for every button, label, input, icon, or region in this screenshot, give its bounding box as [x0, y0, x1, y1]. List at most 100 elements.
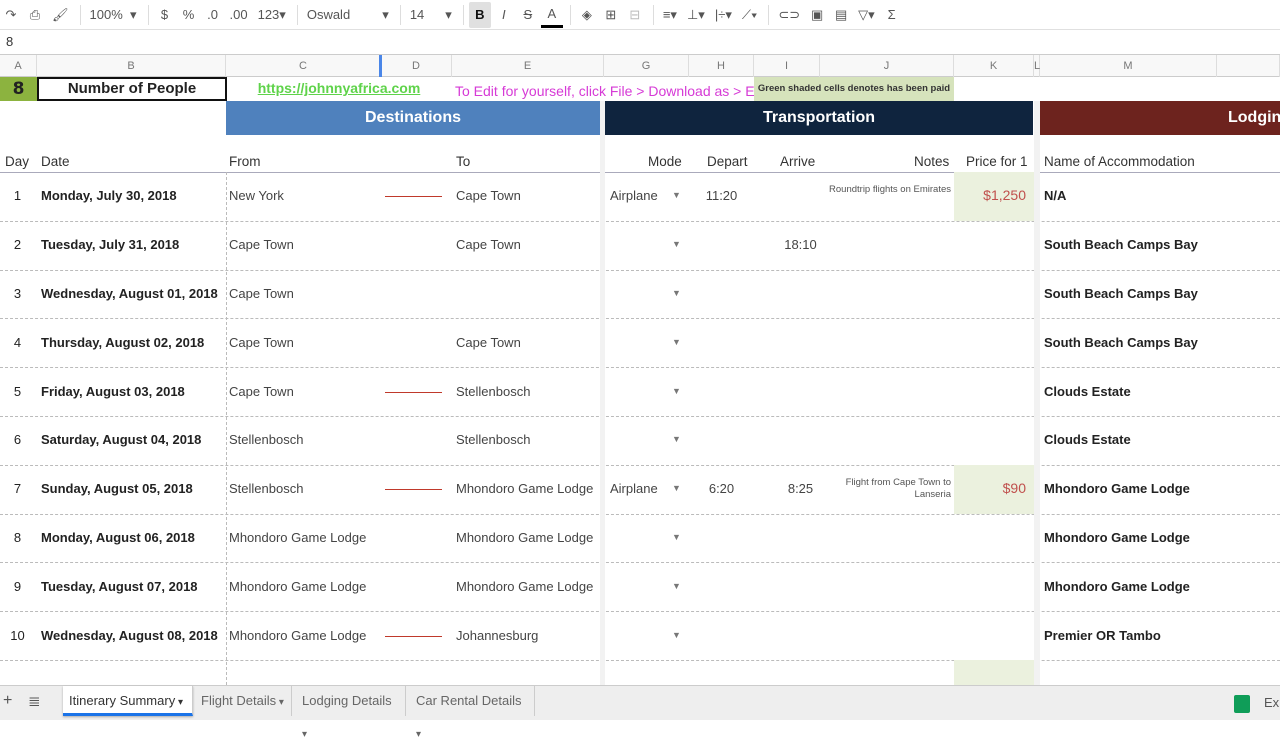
- day-cell[interactable]: 8: [0, 530, 35, 545]
- day-cell[interactable]: 9: [0, 579, 35, 594]
- column-header[interactable]: H: [689, 55, 754, 77]
- notes-cell[interactable]: Flight from Cape Town to Lanseria: [820, 477, 951, 501]
- website-link[interactable]: https://johnnyafrica.com: [226, 80, 452, 96]
- accommodation-cell[interactable]: Premier OR Tambo: [1044, 628, 1161, 643]
- to-cell[interactable]: Cape Town: [456, 237, 521, 252]
- from-cell[interactable]: New York: [229, 188, 284, 203]
- vertical-align-icon[interactable]: ⊥▾: [683, 2, 709, 28]
- from-cell[interactable]: Stellenbosch: [229, 481, 303, 496]
- add-sheet-icon[interactable]: +: [3, 692, 12, 710]
- font-size-select[interactable]: 14 ▾: [406, 2, 456, 28]
- redo-icon[interactable]: ↷: [0, 2, 22, 28]
- bold-button[interactable]: B: [468, 1, 491, 28]
- explore-button[interactable]: Exp: [1264, 695, 1280, 710]
- link-icon[interactable]: ⊂⊃: [774, 2, 804, 28]
- people-count-cell[interactable]: 8: [0, 77, 37, 101]
- mode-cell[interactable]: Airplane: [610, 481, 658, 496]
- mode-cell[interactable]: Airplane: [610, 188, 658, 203]
- tab-menu-icon[interactable]: ▾: [416, 729, 421, 740]
- print-icon[interactable]: ⎙: [24, 2, 46, 28]
- explore-icon[interactable]: [1234, 695, 1250, 713]
- mode-dropdown-icon[interactable]: ▼: [672, 434, 681, 444]
- sheet-tab[interactable]: Itinerary Summary ▾: [63, 686, 193, 716]
- to-cell[interactable]: Johannesburg: [456, 628, 538, 643]
- arrive-cell[interactable]: 18:10: [768, 237, 833, 252]
- from-cell[interactable]: Mhondoro Game Lodge: [229, 628, 366, 643]
- functions-button[interactable]: Σ: [881, 2, 903, 28]
- depart-cell[interactable]: 6:20: [689, 481, 754, 496]
- notes-cell[interactable]: Roundtrip flights on Emirates: [820, 184, 951, 196]
- decrease-decimal-button[interactable]: .0: [202, 2, 224, 28]
- day-cell[interactable]: 1: [0, 188, 35, 203]
- price-cell[interactable]: $90: [954, 480, 1026, 496]
- edit-instructions-link[interactable]: To Edit for yourself, click File > Downl…: [455, 83, 779, 99]
- sheet-tab[interactable]: Car Rental Details ▾: [410, 686, 535, 740]
- italic-button[interactable]: I: [493, 2, 515, 28]
- all-sheets-icon[interactable]: ≣: [28, 692, 41, 710]
- to-cell[interactable]: Mhondoro Game Lodge: [456, 530, 593, 545]
- from-cell[interactable]: Cape Town: [229, 384, 294, 399]
- accommodation-cell[interactable]: Mhondoro Game Lodge: [1044, 579, 1190, 594]
- date-cell[interactable]: Saturday, August 04, 2018: [41, 432, 201, 447]
- date-cell[interactable]: Friday, August 03, 2018: [41, 384, 185, 399]
- date-cell[interactable]: Sunday, August 05, 2018: [41, 481, 193, 496]
- to-cell[interactable]: Mhondoro Game Lodge: [456, 481, 593, 496]
- column-header[interactable]: J: [820, 55, 954, 77]
- horizontal-align-icon[interactable]: ≡▾: [659, 2, 681, 28]
- comment-icon[interactable]: ▣: [806, 2, 828, 28]
- borders-icon[interactable]: ⊞: [600, 2, 622, 28]
- day-cell[interactable]: 6: [0, 432, 35, 447]
- from-cell[interactable]: Cape Town: [229, 237, 294, 252]
- day-cell[interactable]: 3: [0, 286, 35, 301]
- tab-menu-icon[interactable]: ▾: [175, 697, 183, 708]
- column-header[interactable]: [1217, 55, 1280, 77]
- sheet-tab[interactable]: Lodging Details ▾: [296, 686, 406, 740]
- date-cell[interactable]: Monday, August 06, 2018: [41, 530, 195, 545]
- date-cell[interactable]: Tuesday, August 07, 2018: [41, 579, 198, 594]
- column-header[interactable]: C: [226, 55, 381, 77]
- tab-menu-icon[interactable]: ▾: [302, 729, 307, 740]
- mode-dropdown-icon[interactable]: ▼: [672, 190, 681, 200]
- column-header[interactable]: E: [452, 55, 604, 77]
- day-cell[interactable]: 7: [0, 481, 35, 496]
- day-cell[interactable]: 5: [0, 384, 35, 399]
- accommodation-cell[interactable]: N/A: [1044, 188, 1066, 203]
- date-cell[interactable]: Wednesday, August 01, 2018: [41, 286, 218, 301]
- from-cell[interactable]: Cape Town: [229, 335, 294, 350]
- mode-dropdown-icon[interactable]: ▼: [672, 532, 681, 542]
- mode-dropdown-icon[interactable]: ▼: [672, 581, 681, 591]
- column-header[interactable]: I: [754, 55, 820, 77]
- paint-format-icon[interactable]: 🖌: [48, 2, 73, 28]
- accommodation-cell[interactable]: South Beach Camps Bay: [1044, 335, 1198, 350]
- mode-dropdown-icon[interactable]: ▼: [672, 288, 681, 298]
- date-cell[interactable]: Thursday, August 02, 2018: [41, 335, 204, 350]
- font-select[interactable]: Oswald ▾: [303, 2, 393, 28]
- mode-dropdown-icon[interactable]: ▼: [672, 337, 681, 347]
- accommodation-cell[interactable]: South Beach Camps Bay: [1044, 286, 1198, 301]
- zoom-select[interactable]: 100% ▾: [86, 2, 141, 28]
- tab-menu-icon[interactable]: ▾: [276, 697, 284, 708]
- increase-decimal-button[interactable]: .00: [226, 2, 252, 28]
- fill-color-icon[interactable]: ◈: [576, 2, 598, 28]
- strikethrough-button[interactable]: S: [517, 2, 539, 28]
- mode-dropdown-icon[interactable]: ▼: [672, 630, 681, 640]
- currency-button[interactable]: $: [154, 2, 176, 28]
- filter-icon[interactable]: ▽▾: [854, 2, 879, 28]
- text-color-button[interactable]: A: [540, 2, 563, 28]
- mode-dropdown-icon[interactable]: ▼: [672, 483, 681, 493]
- merge-cells-icon[interactable]: ⊟: [624, 2, 646, 28]
- number-format-select[interactable]: 123 ▾: [254, 2, 290, 28]
- column-header[interactable]: K: [954, 55, 1034, 77]
- text-wrap-icon[interactable]: |÷▾: [711, 2, 736, 28]
- column-header[interactable]: D: [381, 55, 452, 77]
- accommodation-cell[interactable]: Clouds Estate: [1044, 384, 1131, 399]
- from-cell[interactable]: Mhondoro Game Lodge: [229, 579, 366, 594]
- chart-icon[interactable]: ▤: [830, 2, 852, 28]
- from-cell[interactable]: Cape Town: [229, 286, 294, 301]
- date-cell[interactable]: Monday, July 30, 2018: [41, 188, 177, 203]
- from-cell[interactable]: Mhondoro Game Lodge: [229, 530, 366, 545]
- accommodation-cell[interactable]: Mhondoro Game Lodge: [1044, 530, 1190, 545]
- column-header[interactable]: M: [1040, 55, 1217, 77]
- column-header[interactable]: B: [37, 55, 226, 77]
- to-cell[interactable]: Mhondoro Game Lodge: [456, 579, 593, 594]
